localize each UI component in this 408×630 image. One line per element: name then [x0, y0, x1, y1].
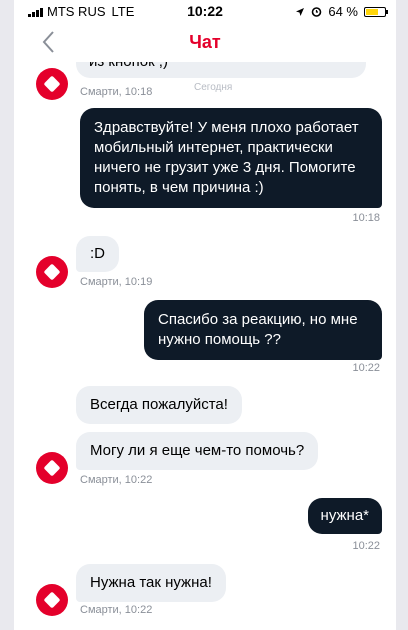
battery-icon: [364, 6, 388, 17]
message-text: Спасибо за реакцию, но мне нужно помощь …: [158, 311, 358, 348]
status-right: 64 %: [295, 4, 388, 19]
battery-percent: 64 %: [328, 4, 358, 19]
message-text: :D: [90, 245, 105, 262]
message-time: 10:22: [352, 540, 380, 552]
message-outgoing: Спасибо за реакцию, но мне нужно помощь …: [144, 300, 382, 360]
message-incoming: Нужна так нужна!: [76, 564, 226, 602]
message-incoming: Всегда пожалуйста!: [76, 386, 242, 424]
message-text: Всегда пожалуйста!: [90, 396, 228, 413]
message-text: Могу ли я еще чем-то помочь?: [90, 442, 305, 459]
message-meta: Смарти, 10:22: [80, 604, 153, 616]
page-title: Чат: [189, 32, 221, 52]
date-separator: Сегодня: [194, 82, 233, 93]
message-outgoing: нужна*: [307, 498, 382, 534]
status-bar: MTS RUS LTE 10:22 64 %: [14, 0, 396, 24]
bot-avatar-icon: [36, 584, 68, 616]
message-text: Нужна так нужна!: [90, 574, 212, 591]
message-time: 10:22: [352, 362, 380, 374]
message-incoming: из кнопок ;): [76, 62, 366, 78]
chat-screen: MTS RUS LTE 10:22 64 % Чат из кнопок ;) …: [14, 0, 396, 630]
message-text: нужна*: [320, 507, 369, 524]
message-outgoing: Здравствуйте! У меня плохо работает моби…: [80, 108, 382, 208]
bot-avatar-icon: [36, 256, 68, 288]
message-meta: Смарти, 10:22: [80, 474, 153, 486]
message-incoming: :D: [76, 236, 119, 272]
message-meta: Смарти, 10:18: [80, 86, 153, 98]
alarm-icon: [312, 7, 322, 17]
location-icon: [296, 7, 305, 16]
message-meta: Смарти, 10:19: [80, 276, 153, 288]
message-text: Здравствуйте! У меня плохо работает моби…: [94, 119, 359, 196]
message-text: из кнопок ;): [89, 62, 168, 70]
nav-bar: Чат: [14, 24, 396, 62]
message-incoming: Могу ли я еще чем-то помочь?: [76, 432, 319, 470]
message-time: 10:18: [352, 212, 380, 224]
bot-avatar-icon: [36, 452, 68, 484]
bot-avatar-icon: [36, 68, 68, 100]
message-list[interactable]: из кнопок ;) Смарти, 10:18 Сегодня Здрав…: [14, 62, 396, 630]
